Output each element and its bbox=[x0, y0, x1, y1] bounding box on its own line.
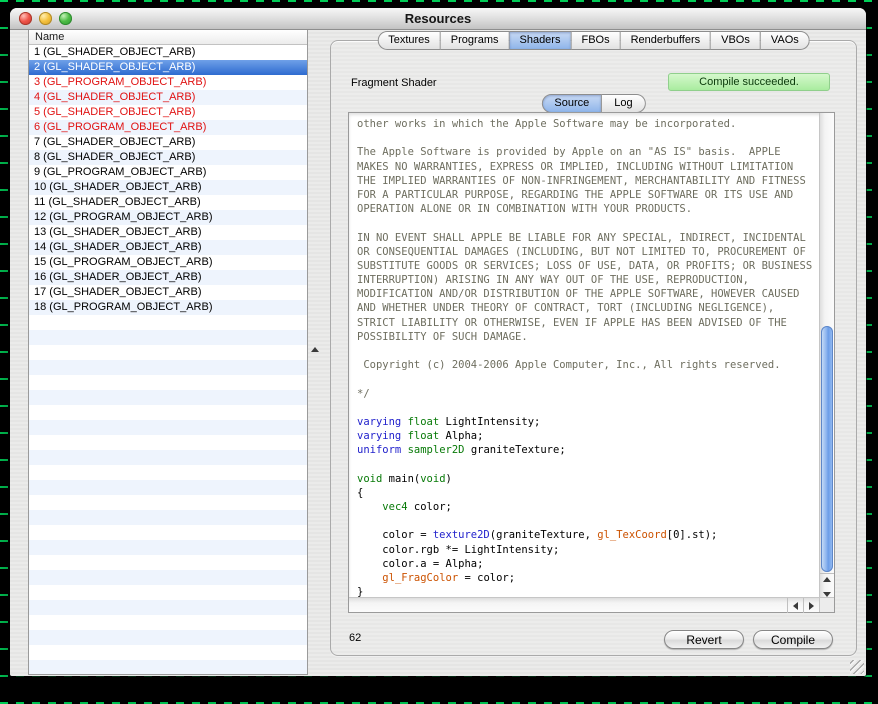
tab-programs[interactable]: Programs bbox=[441, 31, 510, 50]
code-line: Copyright (c) 2004-2006 Apple Computer, … bbox=[357, 358, 819, 372]
list-item[interactable]: 4 (GL_SHADER_OBJECT_ARB) bbox=[29, 90, 307, 105]
tab-bar: TexturesProgramsShadersFBOsRenderbuffers… bbox=[377, 31, 810, 50]
code-line: THE IMPLIED WARRANTIES OF NON-INFRINGEME… bbox=[357, 174, 819, 188]
code-line bbox=[357, 372, 819, 386]
list-item[interactable]: 5 (GL_SHADER_OBJECT_ARB) bbox=[29, 105, 307, 120]
code-line bbox=[357, 458, 819, 472]
resources-window: Resources Name 1 (GL_SHADER_OBJECT_ARB)2… bbox=[10, 8, 866, 676]
code-line: other works in which the Apple Software … bbox=[357, 117, 819, 131]
window-title: Resources bbox=[10, 8, 866, 30]
resize-grip[interactable] bbox=[850, 660, 864, 674]
compile-button[interactable]: Compile bbox=[753, 630, 833, 649]
vertical-scrollbar-thumb[interactable] bbox=[821, 326, 833, 572]
list-item[interactable]: 17 (GL_SHADER_OBJECT_ARB) bbox=[29, 285, 307, 300]
list-item[interactable]: 13 (GL_SHADER_OBJECT_ARB) bbox=[29, 225, 307, 240]
code-line: } bbox=[357, 585, 819, 597]
list-item[interactable]: 3 (GL_PROGRAM_OBJECT_ARB) bbox=[29, 75, 307, 90]
vertical-scrollbar[interactable] bbox=[819, 113, 834, 597]
code-line: gl_FragColor = color; bbox=[357, 571, 819, 585]
chevron-up-icon bbox=[311, 347, 319, 352]
shader-id-label: 62 bbox=[349, 632, 361, 644]
tab-textures[interactable]: Textures bbox=[377, 31, 441, 50]
list-item[interactable]: 12 (GL_PROGRAM_OBJECT_ARB) bbox=[29, 210, 307, 225]
code-line: POSSIBILITY OF SUCH DAMAGE. bbox=[357, 330, 819, 344]
code-line: varying float LightIntensity; bbox=[357, 415, 819, 429]
segment-source[interactable]: Source bbox=[541, 94, 602, 113]
code-line: SUBSTITUTE GOODS OR SERVICES; LOSS OF US… bbox=[357, 259, 819, 273]
code-line: FOR A PARTICULAR PURPOSE, REGARDING THE … bbox=[357, 188, 819, 202]
list-item[interactable]: 14 (GL_SHADER_OBJECT_ARB) bbox=[29, 240, 307, 255]
code-line: AND WHETHER UNDER THEORY OF CONTRACT, TO… bbox=[357, 301, 819, 315]
code-line: OR CONSEQUENTIAL DAMAGES (INCLUDING, BUT… bbox=[357, 245, 819, 259]
code-line: OPERATION ALONE OR IN COMBINATION WITH Y… bbox=[357, 202, 819, 216]
code-line: color.rgb *= LightIntensity; bbox=[357, 543, 819, 557]
compile-status-badge: Compile succeeded. bbox=[668, 73, 830, 91]
code-line: void main(void) bbox=[357, 472, 819, 486]
horizontal-scrollbar[interactable] bbox=[349, 597, 819, 612]
tab-vbos[interactable]: VBOs bbox=[711, 31, 761, 50]
arrow-right-icon bbox=[809, 602, 814, 610]
list-item[interactable]: 1 (GL_SHADER_OBJECT_ARB) bbox=[29, 45, 307, 60]
code-line: IN NO EVENT SHALL APPLE BE LIABLE FOR AN… bbox=[357, 231, 819, 245]
list-item[interactable]: 6 (GL_PROGRAM_OBJECT_ARB) bbox=[29, 120, 307, 135]
code-line: MAKES NO WARRANTIES, EXPRESS OR IMPLIED,… bbox=[357, 160, 819, 174]
code-line bbox=[357, 216, 819, 230]
scroll-left-button[interactable] bbox=[787, 598, 803, 613]
list-item[interactable]: 16 (GL_SHADER_OBJECT_ARB) bbox=[29, 270, 307, 285]
scroll-up-button[interactable] bbox=[820, 577, 834, 589]
code-line bbox=[357, 344, 819, 358]
list-item[interactable]: 11 (GL_SHADER_OBJECT_ARB) bbox=[29, 195, 307, 210]
code-line: { bbox=[357, 486, 819, 500]
shader-source-editor[interactable]: other works in which the Apple Software … bbox=[348, 112, 835, 613]
list-item[interactable]: 9 (GL_PROGRAM_OBJECT_ARB) bbox=[29, 165, 307, 180]
code-line: MODIFICATION AND/OR DISTRIBUTION OF THE … bbox=[357, 287, 819, 301]
code-line bbox=[357, 401, 819, 415]
arrow-left-icon bbox=[793, 602, 798, 610]
code-line: The Apple Software is provided by Apple … bbox=[357, 145, 819, 159]
tab-fbos[interactable]: FBOs bbox=[571, 31, 620, 50]
tab-renderbuffers[interactable]: Renderbuffers bbox=[621, 31, 712, 50]
splitter-handle[interactable] bbox=[310, 346, 320, 354]
code-line: varying float Alpha; bbox=[357, 429, 819, 443]
window-titlebar[interactable]: Resources bbox=[10, 8, 866, 30]
tab-shaders[interactable]: Shaders bbox=[509, 31, 571, 50]
scroll-right-button[interactable] bbox=[803, 598, 819, 613]
source-log-segmented: SourceLog bbox=[541, 94, 645, 113]
code-line: vec4 color; bbox=[357, 500, 819, 514]
shader-panel: TexturesProgramsShadersFBOsRenderbuffers… bbox=[330, 40, 857, 656]
tab-vaos[interactable]: VAOs bbox=[761, 31, 810, 50]
code-line: STRICT LIABILITY OR OTHERWISE, EVEN IF A… bbox=[357, 316, 819, 330]
list-item[interactable]: 7 (GL_SHADER_OBJECT_ARB) bbox=[29, 135, 307, 150]
code-line bbox=[357, 514, 819, 528]
list-item[interactable]: 2 (GL_SHADER_OBJECT_ARB) bbox=[29, 60, 307, 75]
code-line: */ bbox=[357, 387, 819, 401]
code-line: color.a = Alpha; bbox=[357, 557, 819, 571]
code-line bbox=[357, 131, 819, 145]
list-item[interactable]: 8 (GL_SHADER_OBJECT_ARB) bbox=[29, 150, 307, 165]
code-line: color = texture2D(graniteTexture, gl_Tex… bbox=[357, 528, 819, 542]
list-column-header-name[interactable]: Name bbox=[29, 30, 307, 45]
revert-button[interactable]: Revert bbox=[664, 630, 744, 649]
arrow-up-icon bbox=[823, 577, 831, 582]
code-area[interactable]: other works in which the Apple Software … bbox=[349, 113, 819, 597]
shader-kind-label: Fragment Shader bbox=[351, 77, 437, 89]
list-item[interactable]: 18 (GL_PROGRAM_OBJECT_ARB) bbox=[29, 300, 307, 315]
list-item[interactable]: 15 (GL_PROGRAM_OBJECT_ARB) bbox=[29, 255, 307, 270]
list-body: 1 (GL_SHADER_OBJECT_ARB)2 (GL_SHADER_OBJ… bbox=[29, 45, 307, 674]
segment-log[interactable]: Log bbox=[602, 94, 645, 113]
resource-list: Name 1 (GL_SHADER_OBJECT_ARB)2 (GL_SHADE… bbox=[28, 30, 308, 675]
code-line: uniform sampler2D graniteTexture; bbox=[357, 443, 819, 457]
code-line: INTERRUPTION) ARISING IN ANY WAY OUT OF … bbox=[357, 273, 819, 287]
scrollbar-corner bbox=[819, 597, 834, 612]
list-item[interactable]: 10 (GL_SHADER_OBJECT_ARB) bbox=[29, 180, 307, 195]
